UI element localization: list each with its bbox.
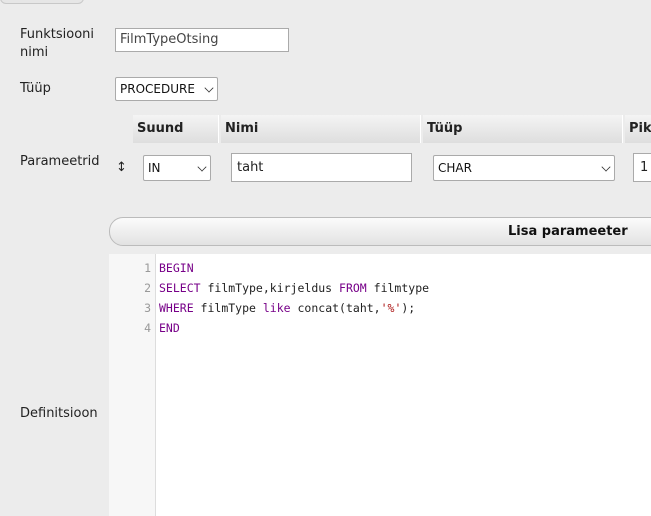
drag-handle-icon[interactable]: ↕ <box>116 160 127 175</box>
line-number: 3 <box>144 301 151 315</box>
tab-stub[interactable] <box>0 0 84 4</box>
parameters-header-row: Suund Nimi Tüüp Pikl <box>133 115 651 143</box>
param-length-input[interactable]: 1 <box>633 153 651 182</box>
routine-type-select[interactable]: PROCEDURE <box>115 77 218 101</box>
type-label: Tüüp <box>20 81 51 96</box>
code-line[interactable]: 1 BEGIN <box>109 258 651 278</box>
function-name-label: Funktsiooni nimi <box>20 27 95 60</box>
header-type: Tüüp <box>423 115 623 143</box>
header-name: Nimi <box>221 115 421 143</box>
header-length: Pikl <box>625 115 651 143</box>
param-type-value: CHAR <box>438 161 472 175</box>
param-direction-select[interactable]: IN <box>143 155 211 181</box>
param-name-input[interactable]: taht <box>231 153 412 182</box>
definition-label: Definitsioon <box>20 406 98 421</box>
param-direction-value: IN <box>148 161 161 175</box>
header-direction: Suund <box>133 115 219 143</box>
code-line[interactable]: 2 SELECT filmType,kirjeldus FROM filmtyp… <box>109 278 651 298</box>
line-number: 1 <box>144 261 151 275</box>
chevron-down-icon <box>197 162 207 172</box>
code-line[interactable]: 3 WHERE filmType like concat(taht,'%'); <box>109 298 651 318</box>
chevron-down-icon <box>601 162 611 172</box>
code-editor[interactable]: 1 BEGIN 2 SELECT filmType,kirjeldus FROM… <box>109 254 651 516</box>
add-parameter-button[interactable]: Lisa parameeter <box>109 217 651 246</box>
line-number: 4 <box>144 321 151 335</box>
routine-type-value: PROCEDURE <box>120 82 195 96</box>
add-parameter-label: Lisa parameeter <box>508 224 628 239</box>
line-number: 2 <box>144 281 151 295</box>
function-name-input[interactable]: FilmTypeOtsing <box>115 28 289 52</box>
parameters-label: Parameetrid <box>20 154 100 169</box>
code-line[interactable]: 4 END <box>109 318 651 338</box>
chevron-down-icon <box>204 83 214 93</box>
param-type-select[interactable]: CHAR <box>433 155 615 181</box>
